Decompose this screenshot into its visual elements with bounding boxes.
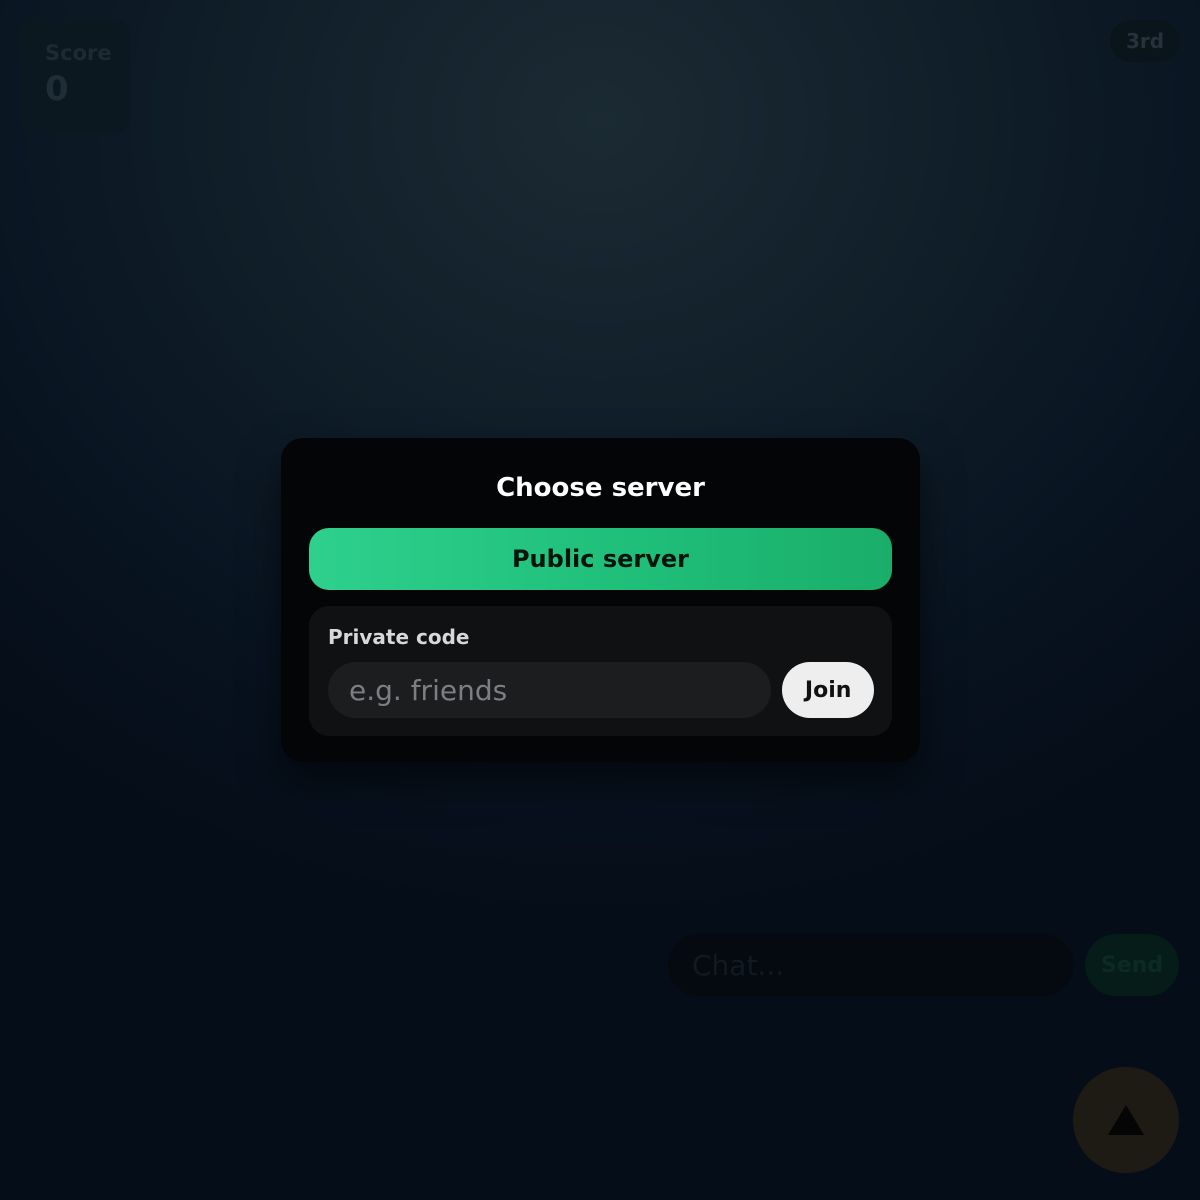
private-code-label: Private code — [328, 625, 470, 649]
chat-input[interactable] — [668, 934, 1074, 996]
private-code-panel: Private code Join — [309, 606, 892, 736]
public-server-button[interactable]: Public server — [309, 528, 892, 590]
send-button[interactable]: Send — [1085, 934, 1179, 996]
score-label: Score — [45, 41, 112, 65]
action-button[interactable] — [1073, 1067, 1179, 1173]
modal-title: Choose server — [496, 473, 705, 503]
triangle-up-icon — [1108, 1105, 1144, 1135]
choose-server-modal: Choose server Public server Private code… — [281, 438, 920, 762]
private-code-input[interactable] — [328, 662, 772, 718]
join-button[interactable]: Join — [782, 662, 874, 718]
private-code-row: Join — [328, 662, 874, 718]
score-value: 0 — [45, 69, 69, 109]
score-panel: Score 0 — [20, 20, 130, 133]
rank-badge: 3rd — [1110, 20, 1180, 62]
